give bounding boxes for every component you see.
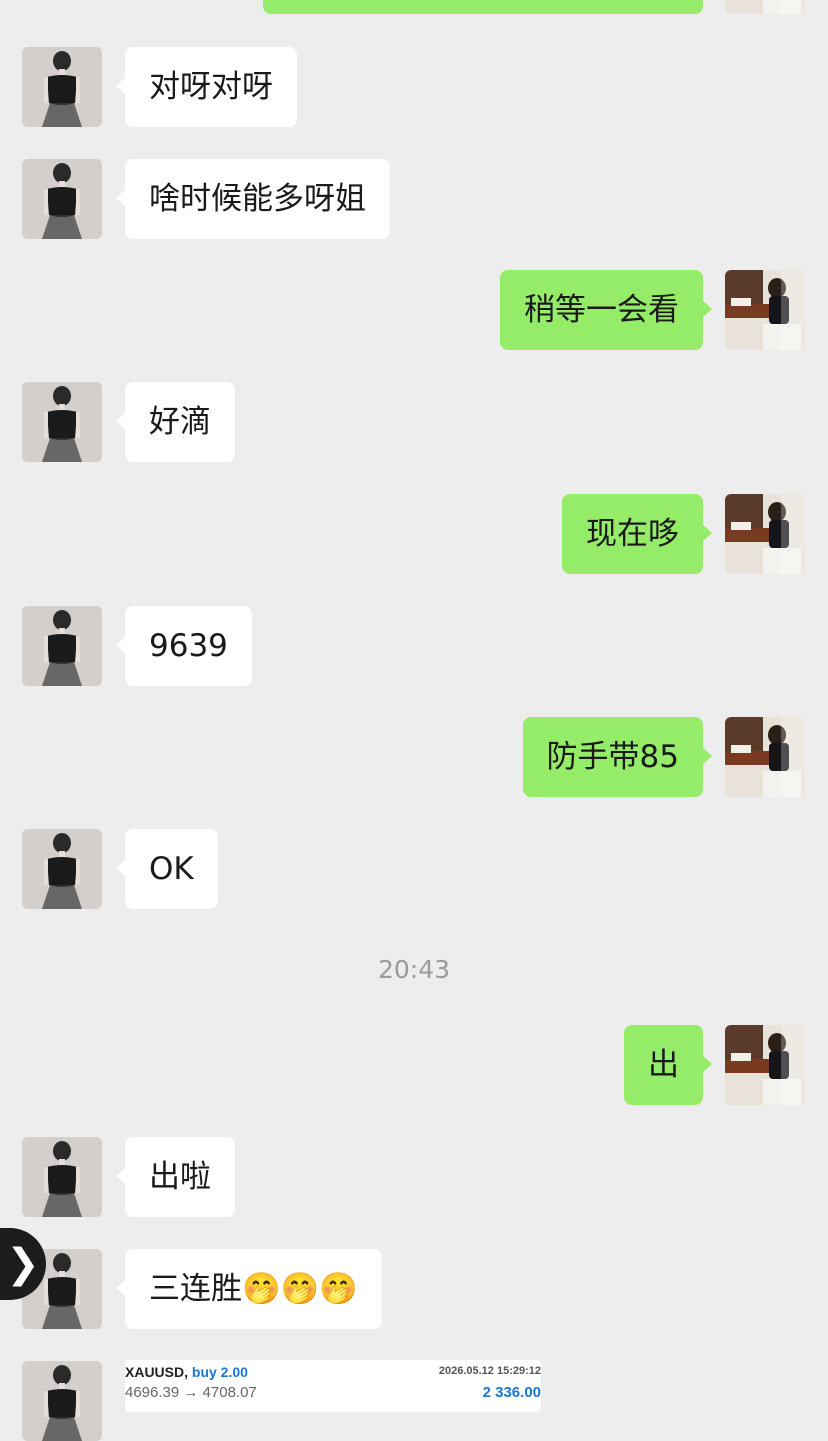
contact-avatar[interactable] [22, 159, 102, 239]
trade-side: buy 2.00 [191, 1364, 248, 1380]
incoming-message-bubble[interactable]: OK [116, 829, 218, 909]
chat-timestamp: 20:43 [377, 955, 451, 984]
contact-avatar[interactable] [22, 606, 102, 686]
incoming-message-bubble[interactable]: 啥时候能多呀姐 [116, 159, 390, 239]
contact-avatar[interactable] [22, 382, 102, 462]
incoming-message-bubble[interactable]: 好滴 [116, 382, 235, 462]
my-avatar[interactable] [725, 1025, 805, 1105]
incoming-message-bubble[interactable]: 对呀对呀 [116, 47, 297, 127]
contact-avatar[interactable] [22, 1137, 102, 1217]
trade-symbol: XAUUSD, buy 2.00 [125, 1364, 248, 1380]
my-avatar[interactable] [725, 494, 805, 574]
trade-symbol-text: XAUUSD, [125, 1364, 189, 1380]
outgoing-message-bubble[interactable]: 防手带85 [522, 717, 713, 797]
trade-datetime: 2026.05.12 15:29:12 [438, 1365, 541, 1377]
partial-outgoing-bubble[interactable] [263, 0, 703, 14]
contact-avatar[interactable] [22, 829, 102, 909]
trade-prices: 4696.39 → 4708.07 [125, 1384, 257, 1401]
incoming-message-bubble[interactable]: 出啦 [116, 1137, 235, 1217]
outgoing-message-bubble[interactable]: 现在哆 [562, 494, 712, 574]
chevron-right-icon: ❯ [6, 1241, 40, 1287]
contact-avatar[interactable] [22, 47, 102, 127]
trade-screenshot-image[interactable]: XAUUSD, buy 2.00 2026.05.12 15:29:12 469… [125, 1360, 541, 1412]
incoming-message-bubble[interactable]: 9639 [116, 606, 252, 686]
my-avatar[interactable] [725, 717, 805, 797]
trade-profit: 2 336.00 [482, 1384, 541, 1401]
outgoing-message-bubble[interactable]: 稍等一会看 [500, 270, 712, 350]
outgoing-message-bubble[interactable]: 出 [624, 1025, 712, 1105]
my-avatar[interactable] [725, 270, 805, 350]
my-avatar[interactable] [725, 0, 805, 14]
incoming-message-bubble[interactable]: 三连胜🤭🤭🤭 [116, 1249, 382, 1329]
contact-avatar[interactable] [22, 1361, 102, 1441]
